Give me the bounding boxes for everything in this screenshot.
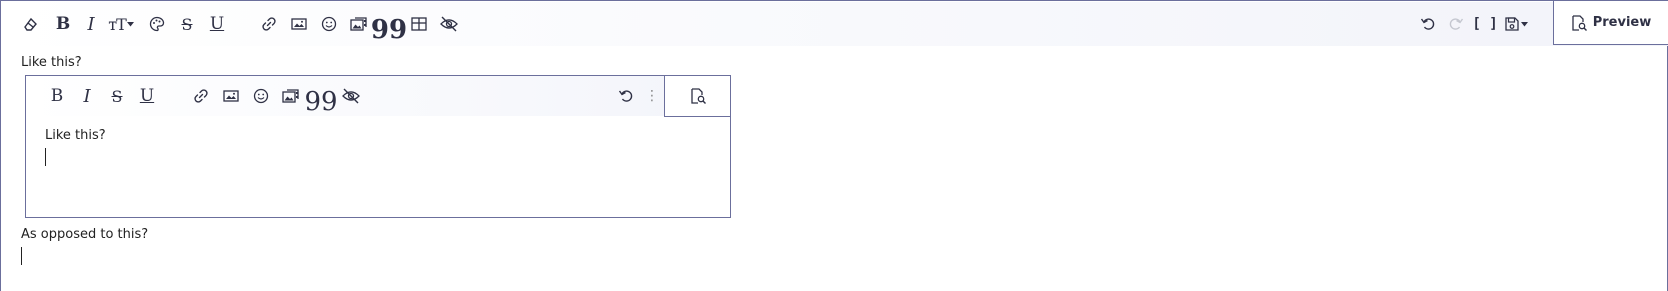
preview-icon [690,88,706,104]
italic-icon[interactable]: I [72,80,102,112]
nested-text-caret [45,148,46,166]
bold-icon[interactable]: B [48,8,78,40]
strikethrough-icon[interactable]: S [102,80,132,112]
preview-icon [1572,14,1587,31]
text-size-glyph: тT [108,14,127,34]
editor-toolbar: B I тT S U 99 [] [2,2,1668,46]
text-size-icon[interactable]: тT [104,8,138,40]
palette-icon[interactable] [142,8,172,40]
table-icon[interactable] [404,8,434,40]
chevron-down-icon [126,21,134,26]
strikethrough-icon[interactable]: S [172,8,202,40]
smiley-icon[interactable] [314,8,344,40]
toolbar-right-group: [ ] [1414,2,1532,46]
nested-content-line: Like this? [45,128,106,143]
link-icon[interactable] [186,80,216,112]
content-line-2: As opposed to this? [21,227,149,242]
clear-format-icon[interactable] [18,8,42,40]
spoiler-icon[interactable] [434,8,464,40]
preview-button[interactable]: Preview [1553,1,1668,45]
spoiler-icon[interactable] [336,80,366,112]
quote-icon[interactable]: 99 [371,8,407,43]
preview-label: Preview [1592,15,1652,30]
undo-icon[interactable] [1414,8,1442,40]
text-caret [21,247,22,265]
redo-icon[interactable] [1442,8,1470,40]
italic-icon[interactable]: I [78,8,104,40]
media-icon[interactable] [344,8,374,40]
quote-icon[interactable]: 99 [304,80,337,115]
underline-icon[interactable]: U [202,8,232,40]
nested-toolbar-left-group: B I S U 99 [42,76,366,116]
more-options-icon[interactable]: ⋮ [640,80,664,112]
nested-editor[interactable]: B I S U 99 ⋮ Like this? [25,75,731,218]
smiley-icon[interactable] [246,80,276,112]
content-line-1: Like this? [21,55,82,70]
image-icon[interactable] [284,8,314,40]
underline-icon[interactable]: U [132,80,162,112]
drafts-icon[interactable] [1500,8,1532,40]
nested-editor-toolbar: B I S U 99 ⋮ [26,76,730,116]
media-icon[interactable] [276,80,306,112]
chevron-down-icon [1520,21,1528,26]
nested-toolbar-right-group: ⋮ [612,76,664,116]
nested-preview-button[interactable] [664,76,730,117]
toggle-bbcode-icon[interactable]: [ ] [1470,8,1500,40]
image-icon[interactable] [216,80,246,112]
undo-icon[interactable] [612,80,640,112]
link-icon[interactable] [254,8,284,40]
toolbar-left-group: B I тT S U 99 [18,2,464,46]
rich-text-editor: B I тT S U 99 [] Preview Like this? B I… [0,0,1668,291]
bold-icon[interactable]: B [42,80,72,112]
